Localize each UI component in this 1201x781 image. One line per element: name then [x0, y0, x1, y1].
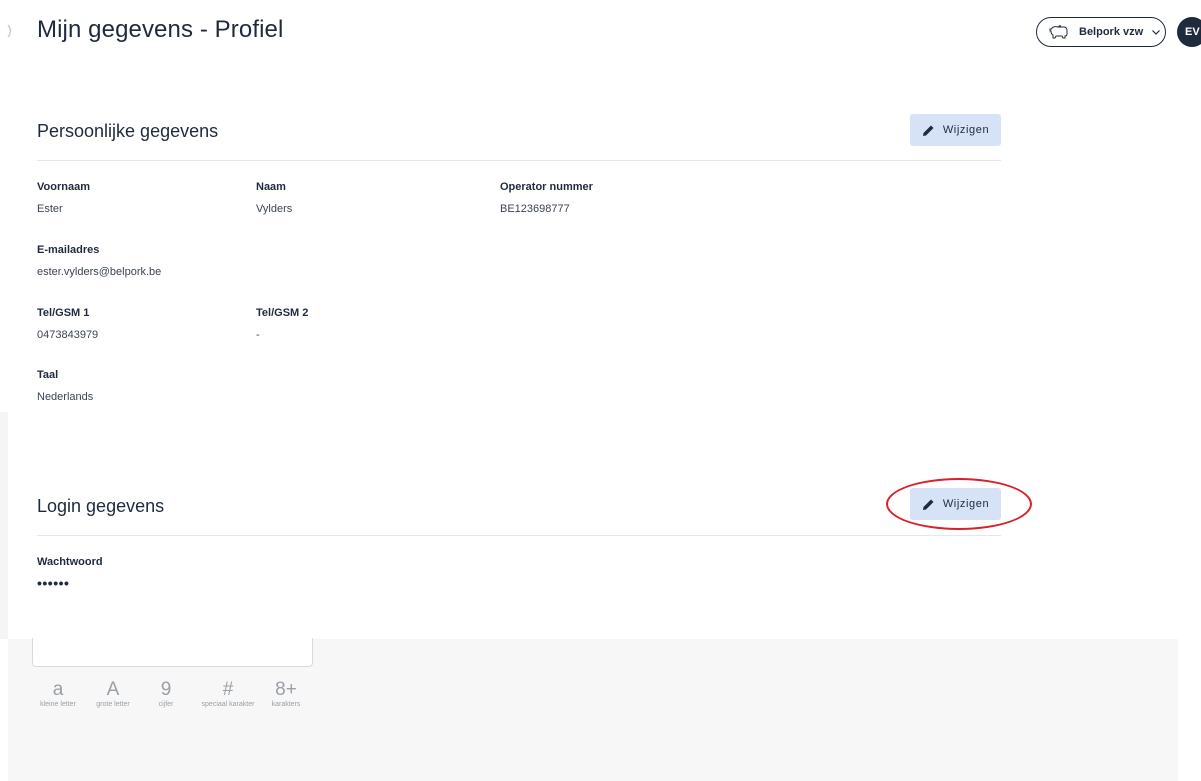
language-label: Taal: [37, 369, 59, 381]
requirement-symbol: 8+: [275, 679, 297, 700]
profile-card: [0, 412, 1201, 639]
requirement-lowercase: a kleine letter: [32, 680, 84, 709]
sidebar-toggle-icon[interactable]: [6, 24, 16, 38]
organization-switcher[interactable]: Belpork vzw: [1036, 17, 1166, 47]
edit-personal-button[interactable]: Wijzigen: [910, 114, 1001, 146]
phone2-value: -: [256, 329, 260, 341]
last-name-label: Naam: [256, 181, 286, 193]
language-value: Nederlands: [37, 391, 94, 403]
phone1-value: 0473843979: [37, 329, 99, 341]
first-name-value: Ester: [37, 203, 63, 215]
page-title: Mijn gegevens - Profiel: [37, 16, 284, 43]
organization-name: Belpork vzw: [1079, 26, 1144, 38]
edit-button-label: Wijzigen: [942, 124, 990, 136]
phone2-label: Tel/GSM 2: [256, 307, 309, 319]
email-value: ester.vylders@belpork.be: [37, 266, 162, 278]
last-name-value: Vylders: [256, 203, 293, 215]
requirement-length: 8+ karakters: [266, 680, 306, 709]
first-name-label: Voornaam: [37, 181, 90, 193]
password-label: Wachtwoord: [37, 556, 103, 568]
section-divider: [37, 160, 1001, 161]
password-value: ••••••: [37, 575, 70, 591]
edit-button-label: Wijzigen: [942, 498, 990, 510]
password-input-remnant: [32, 638, 313, 667]
requirement-caption: karakters: [271, 701, 301, 708]
card-left-edge: [0, 412, 8, 639]
requirement-digit: 9 cijfer: [146, 680, 186, 709]
personal-section-title: Persoonlijke gegevens: [37, 121, 219, 141]
phone1-label: Tel/GSM 1: [37, 307, 90, 319]
pencil-icon: [922, 498, 935, 511]
operator-number-label: Operator nummer: [500, 181, 593, 193]
pig-icon: [1049, 25, 1069, 39]
requirement-symbol: 9: [160, 679, 172, 700]
requirement-symbol: a: [52, 679, 64, 700]
operator-number-value: BE123698777: [500, 203, 570, 215]
requirement-caption: grote letter: [96, 701, 130, 708]
requirement-caption: kleine letter: [40, 701, 76, 708]
section-divider: [37, 535, 1001, 536]
requirement-symbol: #: [222, 679, 234, 700]
avatar[interactable]: EV: [1177, 17, 1201, 47]
login-section-title: Login gegevens: [37, 496, 165, 516]
chevron-down-icon: [1151, 28, 1161, 36]
pencil-icon: [922, 124, 935, 137]
edit-login-button[interactable]: Wijzigen: [910, 488, 1001, 520]
requirement-caption: speciaal karakter: [201, 701, 255, 708]
requirement-uppercase: A grote letter: [87, 680, 139, 709]
requirement-caption: cijfer: [158, 701, 174, 708]
email-label: E-mailadres: [37, 244, 100, 256]
requirement-special: # speciaal karakter: [192, 680, 264, 709]
requirement-symbol: A: [106, 679, 120, 700]
